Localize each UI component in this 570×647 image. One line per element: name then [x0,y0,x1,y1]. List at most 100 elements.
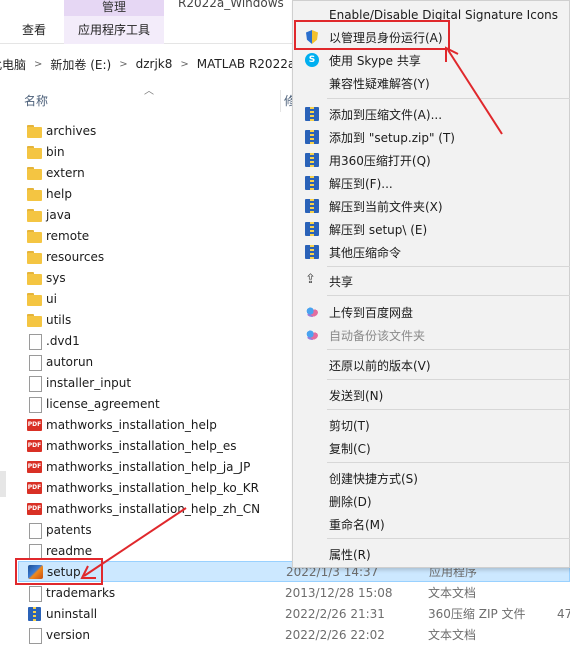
folder-icon [26,228,44,244]
file-name: license_agreement [46,396,160,411]
menu-item-label: 其他压缩命令 [329,245,402,260]
pdf-icon [26,438,44,454]
list-item[interactable]: version 2022/2/26 22:02 文本文档 [18,624,570,645]
folder-icon [26,165,44,181]
baidu-cloud-icon [305,328,319,342]
navigation-scrollbar[interactable] [0,471,6,497]
breadcrumb-chevron-icon[interactable]: > [113,59,133,70]
menu-item-label: 上传到百度网盘 [329,305,414,320]
file-name: archives [46,123,97,138]
menu-item-cut[interactable]: 剪切(T) [293,414,570,436]
menu-item-create-shortcut[interactable]: 创建快捷方式(S) [293,467,570,489]
menu-item-rename[interactable]: 重命名(M) [293,513,570,535]
baidu-cloud-icon [305,305,319,319]
menu-item-extract-to[interactable]: 解压到(F)... [293,172,570,194]
folder-icon [26,144,44,160]
menu-item-label: 还原以前的版本(V) [329,358,431,373]
file-icon [26,522,44,539]
pdf-icon [26,459,44,475]
menu-item-extract-here[interactable]: 解压到当前文件夹(X) [293,195,570,217]
file-size: 47 [557,606,570,621]
menu-separator [327,349,570,350]
folder-icon [26,123,44,139]
menu-item-extract-to-setup[interactable]: 解压到 setup\ (E) [293,218,570,240]
file-name: mathworks_installation_help_zh_CN [46,501,261,516]
menu-item-share[interactable]: 共享 [293,270,570,292]
ribbon-context-group-manage[interactable]: 管理 [64,0,164,16]
breadcrumb-matlab-folder[interactable]: MATLAB R2022a [195,57,297,71]
menu-separator [327,538,570,539]
breadcrumb-drive-e[interactable]: 新加卷 (E:) [48,56,113,73]
menu-item-label: 用360压缩打开(Q) [329,153,431,168]
zip-icon [305,130,319,144]
tab-app-tools[interactable]: 应用程序工具 [78,20,150,40]
uac-shield-icon [305,30,319,44]
menu-item-label: 添加到 "setup.zip" (T) [329,130,455,145]
folder-icon [26,207,44,223]
file-date: 2013/12/28 15:08 [285,585,393,600]
menu-item-label: 删除(D) [329,494,372,509]
menu-item-delete[interactable]: 删除(D) [293,490,570,512]
file-name: mathworks_installation_help_es [46,438,237,453]
file-icon [26,375,44,392]
file-name: readme [46,543,93,558]
menu-item-other-compress[interactable]: 其他压缩命令 [293,241,570,263]
breadcrumb-dzrjk8[interactable]: dzrjk8 [134,57,175,71]
column-header-name[interactable]: 名称 [24,90,48,112]
file-date: 2022/2/26 21:31 [285,606,385,621]
menu-item-auto-backup: 自动备份该文件夹 [293,324,570,346]
skype-icon [305,53,319,67]
menu-item-skype-share[interactable]: 使用 Skype 共享 [293,49,570,71]
file-name: setup [47,564,81,579]
menu-item-label: 复制(C) [329,441,371,456]
sort-chevron-up-icon: ︿ [144,86,154,97]
menu-separator [327,98,570,99]
menu-item-digital-signature[interactable]: Enable/Disable Digital Signature Icons [293,4,570,26]
menu-item-properties[interactable]: 属性(R) [293,543,570,565]
menu-item-send-to[interactable]: 发送到(N) [293,384,570,406]
file-name: resources [46,249,105,264]
pdf-icon [26,501,44,517]
menu-item-run-as-admin[interactable]: 以管理员身份运行(A) [293,26,570,48]
list-item[interactable]: uninstall 2022/2/26 21:31 360压缩 ZIP 文件 47 [18,603,570,624]
file-name: autorun [46,354,94,369]
zip-icon [305,176,319,190]
menu-item-label: 添加到压缩文件(A)... [329,107,443,122]
zip-icon [26,606,44,622]
menu-item-label: 自动备份该文件夹 [329,328,426,343]
menu-item-upload-baidu[interactable]: 上传到百度网盘 [293,301,570,323]
zip-icon [305,199,319,213]
zip-icon [305,222,319,236]
list-item[interactable]: trademarks 2013/12/28 15:08 文本文档 [18,582,570,603]
file-name: uninstall [46,606,98,621]
file-icon [26,333,44,350]
breadcrumb-this-pc[interactable]: 此电脑 [0,56,28,73]
folder-icon [26,291,44,307]
file-name: java [46,207,72,222]
menu-item-label: 剪切(T) [329,418,370,433]
file-type: 文本文档 [428,586,477,600]
breadcrumb-chevron-icon[interactable]: > [28,59,48,70]
menu-item-label: 解压到 setup\ (E) [329,222,428,237]
address-bar[interactable]: 此电脑 > 新加卷 (E:) > dzrjk8 > MATLAB R2022a [0,52,300,76]
file-icon [26,585,44,602]
tab-view[interactable]: 查看 [22,20,46,40]
menu-item-add-to-setup-zip[interactable]: 添加到 "setup.zip" (T) [293,126,570,148]
column-divider[interactable] [280,90,281,112]
menu-item-label: 解压到(F)... [329,176,393,191]
menu-item-open-with-360[interactable]: 用360压缩打开(Q) [293,149,570,171]
menu-item-compatibility[interactable]: 兼容性疑难解答(Y) [293,72,570,94]
menu-item-copy[interactable]: 复制(C) [293,437,570,459]
menu-item-label: 以管理员身份运行(A) [329,30,443,45]
file-name: ui [46,291,57,306]
file-name: help [46,186,72,201]
pdf-icon [26,417,44,433]
menu-separator [327,379,570,380]
menu-item-add-to-archive[interactable]: 添加到压缩文件(A)... [293,103,570,125]
file-name: extern [46,165,85,180]
menu-item-restore-versions[interactable]: 还原以前的版本(V) [293,354,570,376]
file-name: mathworks_installation_help_ja_JP [46,459,251,474]
menu-item-label: 共享 [329,274,354,289]
window-title: R2022a_Windows [178,0,284,10]
breadcrumb-chevron-icon[interactable]: > [174,59,194,70]
